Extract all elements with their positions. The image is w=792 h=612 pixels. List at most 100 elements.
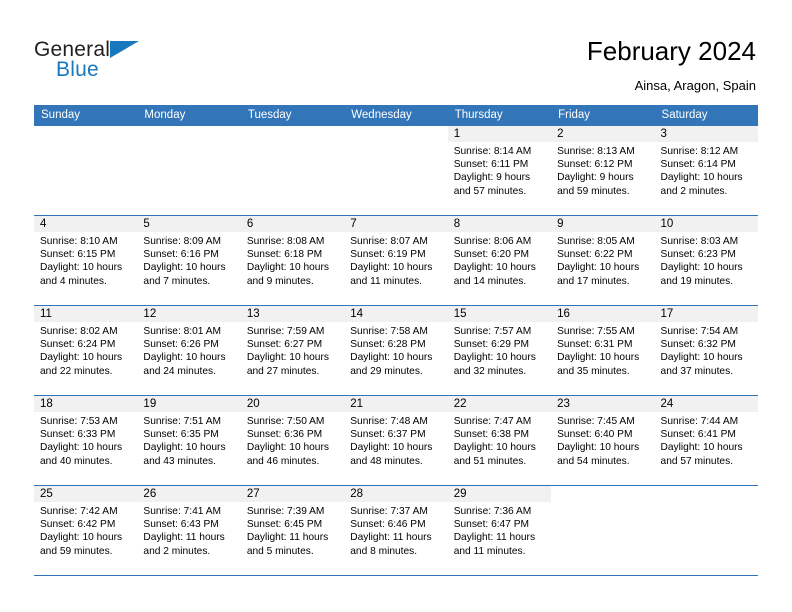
daylight-text-line2: and 43 minutes. [143,455,216,467]
day-cell[interactable] [34,126,138,215]
sunset-text: Sunset: 6:19 PM [350,249,426,261]
sunset-text: Sunset: 6:47 PM [453,519,530,531]
sunset-text: Sunset: 6:37 PM [350,429,426,441]
day-info: Sunrise: 7:53 AM Sunset: 6:33 PM Dayligh… [34,412,137,468]
daylight-text-line1: Daylight: 11 hours [143,532,225,544]
day-info: Sunrise: 7:41 AM Sunset: 6:43 PM Dayligh… [137,502,240,558]
daylight-text-line2: and 54 minutes. [557,455,630,467]
day-cell[interactable]: 7 Sunrise: 8:07 AM Sunset: 6:19 PM Dayli… [344,216,448,305]
day-cell[interactable]: 12 Sunrise: 8:01 AM Sunset: 6:26 PM Dayl… [137,306,241,395]
day-cell[interactable]: 2 Sunrise: 8:13 AM Sunset: 6:12 PM Dayli… [551,126,655,215]
day-info: Sunrise: 8:10 AM Sunset: 6:15 PM Dayligh… [34,232,137,288]
day-info: Sunrise: 7:55 AM Sunset: 6:31 PM Dayligh… [551,322,654,378]
daylight-text-line1: Daylight: 10 hours [143,262,226,274]
day-cell[interactable]: 8 Sunrise: 8:06 AM Sunset: 6:20 PM Dayli… [447,216,552,305]
day-info: Sunrise: 7:37 AM Sunset: 6:46 PM Dayligh… [344,502,447,558]
day-cell[interactable]: 14 Sunrise: 7:58 AM Sunset: 6:28 PM Dayl… [344,306,448,395]
day-cell[interactable]: 3 Sunrise: 8:12 AM Sunset: 6:14 PM Dayli… [654,126,758,215]
day-cell[interactable] [137,126,241,215]
daylight-text-line2: and 4 minutes. [40,275,107,287]
day-info: Sunrise: 7:59 AM Sunset: 6:27 PM Dayligh… [241,322,344,378]
day-cell[interactable]: 13 Sunrise: 7:59 AM Sunset: 6:27 PM Dayl… [240,306,345,395]
day-number: 14 [344,306,448,322]
day-cell[interactable]: 21 Sunrise: 7:48 AM Sunset: 6:37 PM Dayl… [344,396,448,485]
day-cell[interactable]: 29 Sunrise: 7:36 AM Sunset: 6:47 PM Dayl… [447,486,552,575]
day-info [551,502,654,505]
day-cell[interactable]: 23 Sunrise: 7:45 AM Sunset: 6:40 PM Dayl… [551,396,655,485]
daylight-text-line2: and 35 minutes. [557,365,630,377]
day-cell[interactable]: 19 Sunrise: 7:51 AM Sunset: 6:35 PM Dayl… [137,396,241,485]
daylight-text-line1: Daylight: 10 hours [143,442,226,454]
day-number: 4 [34,216,138,232]
day-info [241,142,344,145]
day-cell[interactable]: 26 Sunrise: 7:41 AM Sunset: 6:43 PM Dayl… [137,486,241,575]
weekday-header-row: Sunday Monday Tuesday Wednesday Thursday… [34,105,758,126]
day-info: Sunrise: 7:58 AM Sunset: 6:28 PM Dayligh… [344,322,447,378]
day-info: Sunrise: 8:06 AM Sunset: 6:20 PM Dayligh… [448,232,551,288]
day-cell[interactable]: 27 Sunrise: 7:39 AM Sunset: 6:45 PM Dayl… [240,486,345,575]
daylight-text-line1: Daylight: 10 hours [557,442,640,454]
day-number: 20 [240,396,345,412]
sunrise-text: Sunrise: 7:59 AM [246,326,325,337]
weekday-header-thursday: Thursday [454,109,503,121]
general-blue-logo[interactable]: General Blue [34,38,154,84]
day-cell[interactable]: 16 Sunrise: 7:55 AM Sunset: 6:31 PM Dayl… [551,306,655,395]
day-number: 23 [551,396,655,412]
day-number: 27 [240,486,345,502]
sunrise-text: Sunrise: 8:03 AM [660,236,739,247]
sunrise-text: Sunrise: 7:54 AM [660,326,739,337]
day-cell[interactable] [344,126,448,215]
day-number: 11 [34,306,138,322]
triangle-right-icon [110,41,139,58]
sunrise-text: Sunrise: 8:02 AM [40,326,118,337]
daylight-text-line1: Daylight: 11 hours [246,532,329,544]
day-cell[interactable]: 9 Sunrise: 8:05 AM Sunset: 6:22 PM Dayli… [551,216,655,305]
day-number: 1 [447,126,552,142]
day-number: 15 [447,306,552,322]
day-cell[interactable]: 10 Sunrise: 8:03 AM Sunset: 6:23 PM Dayl… [654,216,758,305]
day-cell[interactable]: 5 Sunrise: 8:09 AM Sunset: 6:16 PM Dayli… [137,216,241,305]
day-info: Sunrise: 8:01 AM Sunset: 6:26 PM Dayligh… [137,322,240,378]
sunset-text: Sunset: 6:41 PM [660,429,736,441]
day-cell[interactable] [551,486,655,575]
daylight-text-line1: Daylight: 10 hours [557,352,640,364]
weekday-header-tuesday: Tuesday [247,109,292,121]
daylight-text-line1: Daylight: 9 hours [453,172,531,184]
day-cell[interactable]: 15 Sunrise: 7:57 AM Sunset: 6:29 PM Dayl… [447,306,552,395]
sunrise-text: Sunrise: 8:07 AM [350,236,428,247]
day-number: 24 [654,396,758,412]
daylight-text-line1: Daylight: 10 hours [350,262,433,274]
day-number [34,126,138,142]
day-cell[interactable] [240,126,345,215]
day-info: Sunrise: 7:54 AM Sunset: 6:32 PM Dayligh… [655,322,758,378]
day-cell[interactable]: 17 Sunrise: 7:54 AM Sunset: 6:32 PM Dayl… [654,306,758,395]
sunrise-text: Sunrise: 7:50 AM [246,416,325,427]
sunset-text: Sunset: 6:38 PM [453,429,530,441]
sunset-text: Sunset: 6:42 PM [40,519,116,531]
sunrise-text: Sunrise: 8:06 AM [453,236,532,247]
day-cell[interactable]: 1 Sunrise: 8:14 AM Sunset: 6:11 PM Dayli… [447,126,552,215]
day-info: Sunrise: 8:09 AM Sunset: 6:16 PM Dayligh… [137,232,240,288]
sunset-text: Sunset: 6:16 PM [143,249,219,261]
day-cell[interactable]: 28 Sunrise: 7:37 AM Sunset: 6:46 PM Dayl… [344,486,448,575]
daylight-text-line2: and 11 minutes. [350,275,423,287]
sunrise-text: Sunrise: 7:37 AM [350,506,428,517]
daylight-text-line1: Daylight: 10 hours [40,352,123,364]
day-info: Sunrise: 8:14 AM Sunset: 6:11 PM Dayligh… [448,142,551,198]
sunset-text: Sunset: 6:29 PM [453,339,530,351]
day-number: 12 [137,306,241,322]
day-cell[interactable]: 22 Sunrise: 7:47 AM Sunset: 6:38 PM Dayl… [447,396,552,485]
day-cell[interactable]: 25 Sunrise: 7:42 AM Sunset: 6:42 PM Dayl… [34,486,138,575]
calendar-week-row: 25 Sunrise: 7:42 AM Sunset: 6:42 PM Dayl… [34,486,758,576]
day-info: Sunrise: 7:44 AM Sunset: 6:41 PM Dayligh… [655,412,758,468]
day-cell[interactable]: 18 Sunrise: 7:53 AM Sunset: 6:33 PM Dayl… [34,396,138,485]
day-cell[interactable]: 24 Sunrise: 7:44 AM Sunset: 6:41 PM Dayl… [654,396,758,485]
day-number: 28 [344,486,448,502]
day-number: 10 [654,216,758,232]
day-cell[interactable]: 20 Sunrise: 7:50 AM Sunset: 6:36 PM Dayl… [240,396,345,485]
day-cell[interactable]: 6 Sunrise: 8:08 AM Sunset: 6:18 PM Dayli… [240,216,345,305]
day-cell[interactable] [654,486,758,575]
daylight-text-line2: and 59 minutes. [40,545,113,557]
day-cell[interactable]: 4 Sunrise: 8:10 AM Sunset: 6:15 PM Dayli… [34,216,138,305]
day-cell[interactable]: 11 Sunrise: 8:02 AM Sunset: 6:24 PM Dayl… [34,306,138,395]
